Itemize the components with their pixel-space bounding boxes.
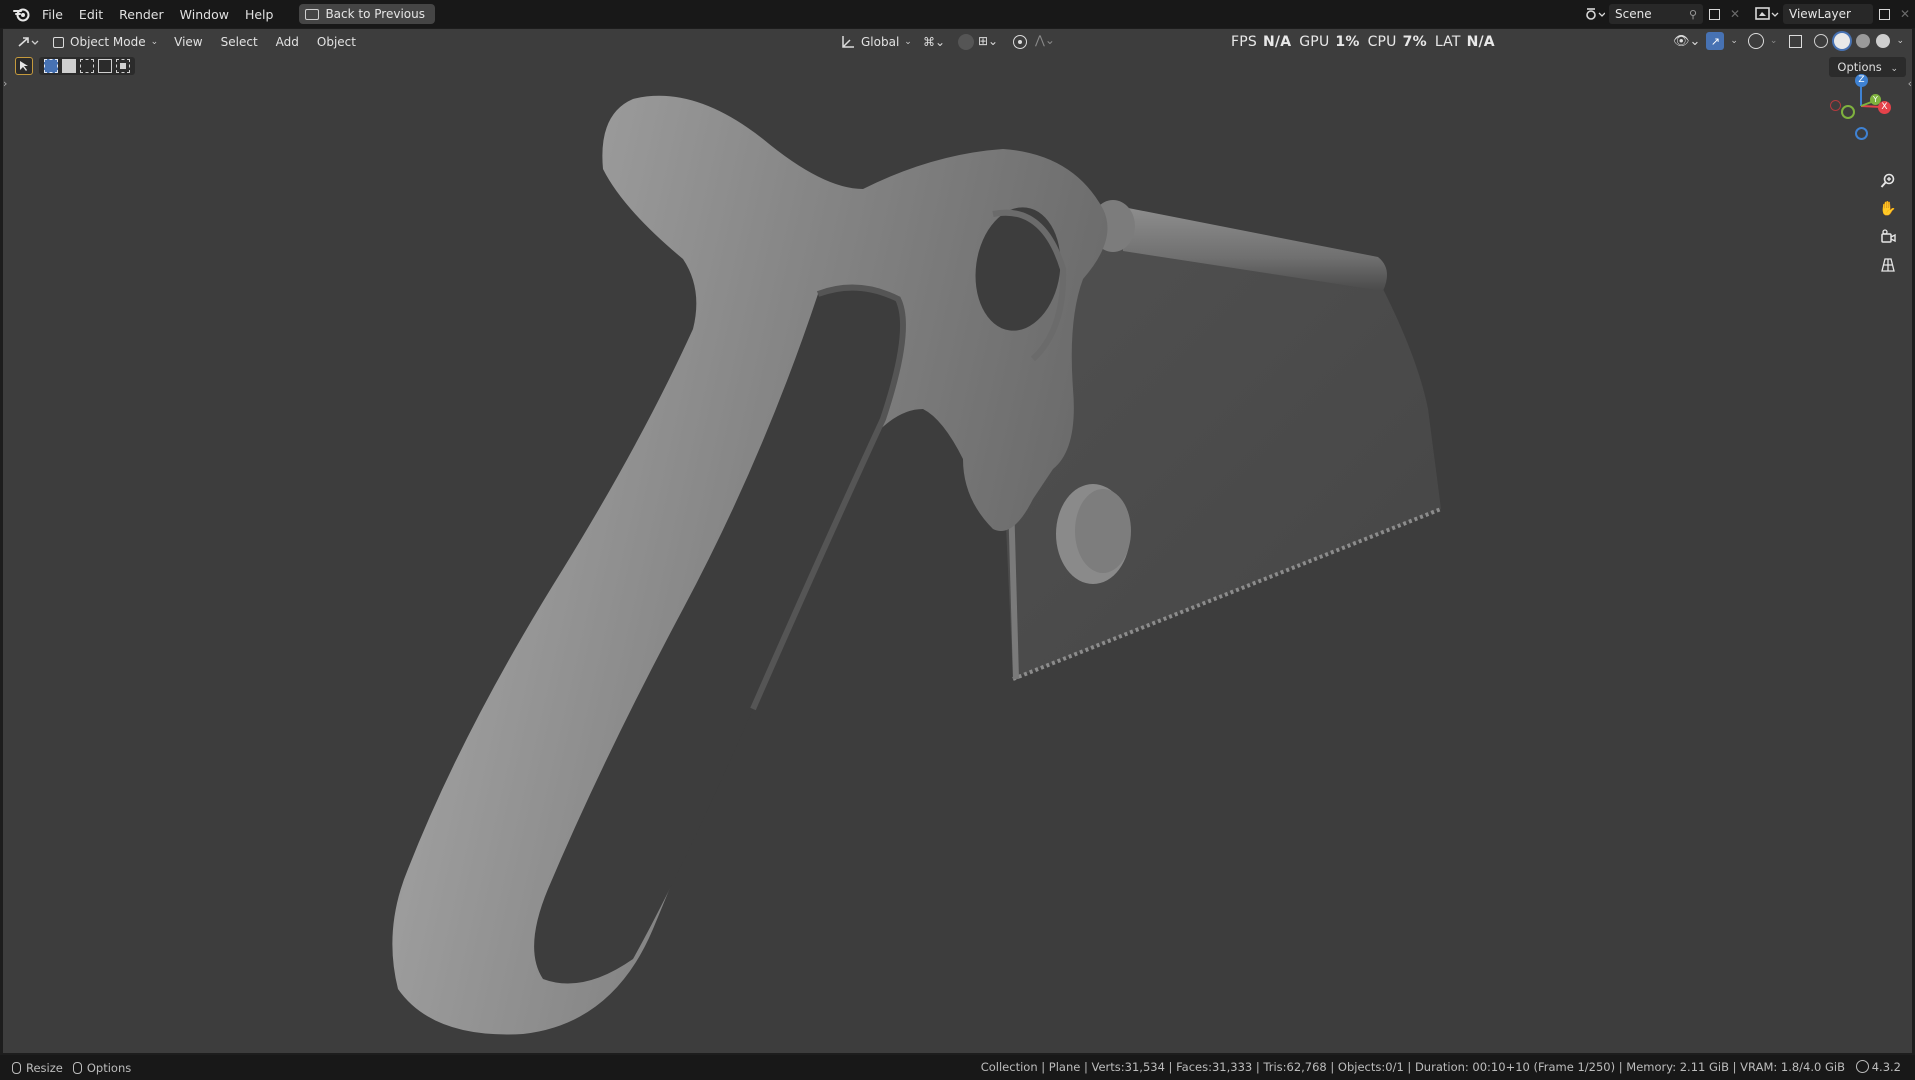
remove-view-layer-icon[interactable]: ✕: [1895, 4, 1915, 24]
resize-hint: Resize: [26, 1060, 63, 1075]
back-to-previous-label: Back to Previous: [325, 7, 425, 21]
object-mode-label: Object Mode: [70, 35, 146, 49]
network-globe-icon: [1856, 1060, 1869, 1073]
object-mode-icon: [53, 36, 64, 48]
menu-window[interactable]: Window: [180, 7, 229, 22]
shading-material-icon[interactable]: [1856, 34, 1871, 48]
saw-model[interactable]: [3, 29, 1912, 1053]
scene-selector-icon[interactable]: [1583, 6, 1605, 22]
view-layer-name-field[interactable]: ViewLayer: [1783, 4, 1873, 24]
options-hint: Options: [86, 1060, 132, 1075]
select-subtract-icon[interactable]: [80, 59, 94, 73]
gizmo-x-axis[interactable]: X: [1878, 101, 1891, 114]
scene-name-field[interactable]: Scene ⚲: [1609, 4, 1703, 24]
gizmo-x-label: X: [1881, 102, 1888, 112]
select-extend-icon[interactable]: [62, 59, 76, 73]
cpu-value: 7%: [1402, 34, 1427, 50]
gizmo-neg-y-axis[interactable]: [1841, 105, 1855, 119]
new-view-layer-icon[interactable]: [1873, 4, 1895, 24]
xray-icon[interactable]: [1789, 34, 1803, 48]
mouse-resize-icon: [12, 1061, 21, 1074]
sidebar-toggle-icon[interactable]: ‹: [1908, 77, 1912, 90]
new-scene-icon[interactable]: [1703, 4, 1725, 24]
lat-label: LAT: [1434, 34, 1461, 50]
blender-version: 4.3.2: [1871, 1060, 1901, 1074]
shading-wireframe-icon[interactable]: [1814, 34, 1829, 48]
zoom-icon[interactable]: [1876, 169, 1900, 193]
chevron-down-icon: ⌄: [904, 37, 912, 47]
transform-orientation-icon: [842, 36, 854, 48]
perspective-grid-icon[interactable]: [1876, 253, 1900, 277]
gizmo-icon[interactable]: ↗: [1706, 32, 1725, 50]
editor-type-icon[interactable]: [17, 35, 39, 49]
object-mode-dropdown[interactable]: Object Mode ⌄: [47, 32, 164, 52]
shading-rendered-icon[interactable]: [1876, 34, 1891, 48]
status-bar: Resize Options Collection | Plane | Vert…: [0, 1055, 1915, 1080]
camera-icon[interactable]: [1876, 225, 1900, 249]
select-tool-icon[interactable]: [15, 57, 33, 75]
top-right-selectors: Scene ⚲ ✕ ViewLayer ✕: [1583, 0, 1915, 28]
snap-target-icon[interactable]: ⊞⌄: [978, 34, 998, 48]
gpu-value: 1%: [1335, 34, 1360, 50]
proportional-editing-icon[interactable]: [1013, 35, 1027, 49]
scene-statistics: Collection | Plane | Verts:31,534 | Face…: [980, 1060, 1845, 1074]
selection-mode-group: [39, 57, 135, 75]
visibility-icon[interactable]: 👁⌄: [1673, 34, 1700, 49]
gpu-label: GPU: [1299, 34, 1330, 50]
menu-render[interactable]: Render: [119, 7, 164, 22]
overlay-dropdown-icon[interactable]: ⌄: [1770, 36, 1778, 46]
menu-file[interactable]: File: [42, 7, 63, 22]
view-layer-icon[interactable]: [1755, 6, 1779, 22]
menu-edit[interactable]: Edit: [79, 7, 103, 22]
select-new-icon[interactable]: [44, 59, 58, 73]
toolbar-toggle-icon[interactable]: ›: [3, 77, 7, 90]
cpu-label: CPU: [1367, 34, 1397, 50]
lat-value: N/A: [1466, 34, 1495, 50]
viewport-header: Object Mode ⌄ View Select Add Object Glo…: [3, 29, 1912, 55]
back-to-previous-button[interactable]: Back to Previous: [299, 4, 435, 24]
snap-icon[interactable]: [958, 34, 974, 50]
pivot-point-icon[interactable]: ⌘⌄: [923, 35, 945, 49]
performance-stats: FPS N/A GPU 1% CPU 7% LAT N/A: [1231, 29, 1503, 55]
mouse-options-icon: [72, 1061, 82, 1074]
menu-view[interactable]: View: [174, 35, 202, 49]
remove-scene-icon[interactable]: ✕: [1725, 4, 1745, 24]
fps-label: FPS: [1231, 34, 1257, 50]
screen-icon: [305, 8, 320, 20]
view-layer-name: ViewLayer: [1789, 7, 1851, 21]
pin-icon[interactable]: ⚲: [1689, 8, 1697, 21]
transform-orientation-label: Global: [861, 35, 900, 49]
menu-object[interactable]: Object: [317, 35, 356, 49]
right-header-icons: 👁⌄ ↗ ⌄ ⌄ ⌄: [1673, 32, 1904, 50]
top-menu-bar: File Edit Render Window Help Back to Pre…: [0, 0, 1915, 28]
shading-solid-icon[interactable]: [1834, 33, 1851, 49]
menu-help[interactable]: Help: [245, 7, 274, 22]
menu-add[interactable]: Add: [276, 35, 299, 49]
select-difference-icon[interactable]: [98, 59, 112, 73]
transform-orientation-dropdown[interactable]: Global ⌄: [835, 32, 918, 52]
hand-pan-icon[interactable]: ✋: [1876, 197, 1900, 221]
gizmo-z-axis[interactable]: Z: [1855, 74, 1868, 87]
gizmo-z-label: Z: [1858, 75, 1865, 85]
gizmo-neg-z-axis[interactable]: [1855, 127, 1868, 140]
fps-value: N/A: [1262, 34, 1292, 50]
navigation-gizmo[interactable]: Z Y X: [1828, 71, 1898, 143]
gizmo-dropdown-icon[interactable]: ⌄: [1730, 36, 1738, 46]
chevron-down-icon: ⌄: [150, 37, 159, 47]
blender-logo-icon[interactable]: [12, 4, 32, 24]
gizmo-neg-x-axis[interactable]: [1830, 100, 1841, 111]
falloff-icon[interactable]: ⋀⌄: [1035, 33, 1055, 47]
tool-row: [15, 57, 135, 75]
scene-name: Scene: [1615, 7, 1652, 21]
menu-select[interactable]: Select: [221, 35, 258, 49]
overlay-icon[interactable]: [1747, 33, 1764, 49]
select-intersect-icon[interactable]: [116, 59, 130, 73]
shading-dropdown-icon[interactable]: ⌄: [1896, 36, 1904, 46]
3d-viewport[interactable]: Object Mode ⌄ View Select Add Object Glo…: [3, 29, 1912, 1053]
gizmo-y-label: Y: [1873, 95, 1878, 104]
